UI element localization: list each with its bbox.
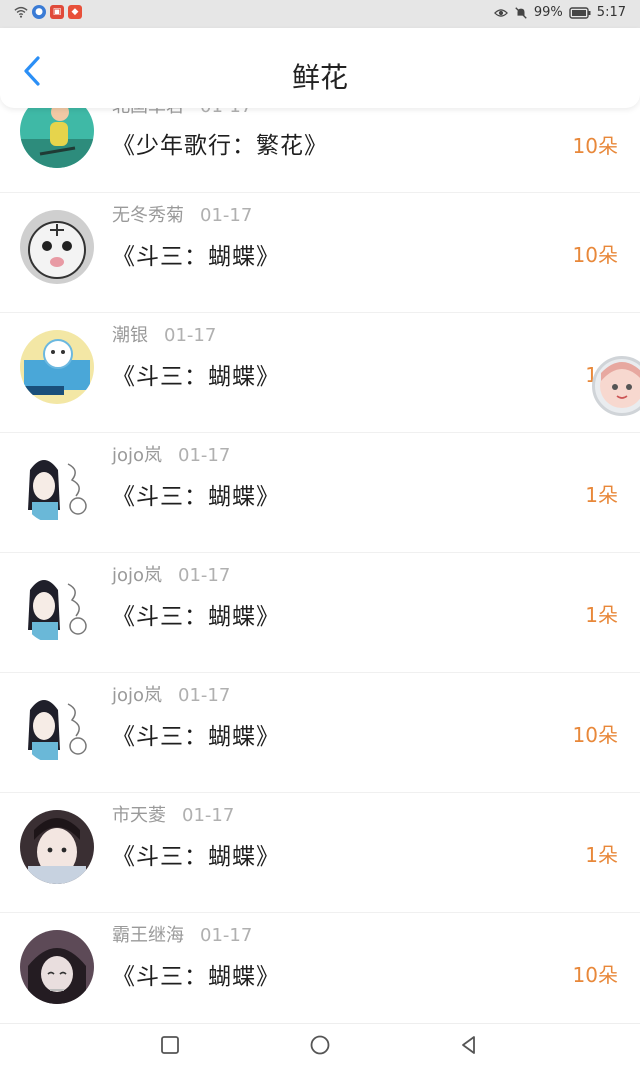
status-right: 99% 5:17 — [493, 5, 626, 20]
app-icon: ▣ — [50, 5, 64, 19]
sender-name: 霸王继海 — [112, 925, 184, 946]
sender-meta: 潮银 01-17 — [112, 321, 216, 347]
list-item[interactable]: 霸王继海 01-17 《斗三：蝴蝶》 10朵 — [0, 913, 640, 1032]
avatar[interactable] — [20, 210, 94, 284]
gift-date: 01-17 — [200, 925, 253, 946]
avatar[interactable] — [20, 570, 94, 644]
clock: 5:17 — [596, 5, 626, 20]
flower-count: 1朵 — [585, 483, 618, 507]
avatar[interactable] — [20, 810, 94, 884]
home-circle-icon[interactable] — [309, 1034, 331, 1056]
book-title[interactable]: 《斗三：蝴蝶》 — [112, 477, 280, 511]
sender-meta: 市天菱 01-17 — [112, 801, 234, 827]
book-title[interactable]: 《斗三：蝴蝶》 — [112, 717, 280, 751]
book-title[interactable]: 《斗三：蝴蝶》 — [112, 237, 280, 271]
flower-count: 10朵 — [572, 243, 618, 267]
list-item[interactable]: 潮银01-17 《斗三：蝴蝶》 1朵 — [0, 313, 640, 433]
battery-icon — [569, 6, 591, 19]
list-item[interactable]: jojo岚 01-17 《斗三：蝴蝶》 1朵 — [0, 553, 640, 673]
app-icon: ◆ — [68, 5, 82, 19]
list-item[interactable]: jojo岚 01-17 《斗三：蝴蝶》 10朵 — [0, 673, 640, 793]
app-icon: ● — [32, 5, 46, 19]
gift-date: 01-17 — [178, 445, 231, 466]
sender-meta: jojo岚 01-17 — [112, 681, 230, 707]
sender-name: jojo岚 — [112, 685, 163, 706]
status-bar: ● ▣ ◆ 99% 5:17 — [0, 0, 640, 28]
sender-name: 无冬秀菊 — [112, 205, 184, 226]
gift-date: 01-17 — [200, 205, 253, 226]
avatar[interactable] — [20, 330, 94, 404]
sender-name: 潮银 — [112, 325, 148, 346]
gift-list: 北国阜君01-17 《少年歌行：繁花》 10朵 无冬秀菊 01-17 《斗三：蝴蝶… — [0, 94, 640, 1032]
book-title[interactable]: 《斗三：蝴蝶》 — [112, 837, 280, 871]
sender-meta: 无冬秀菊 01-17 — [112, 201, 252, 227]
wifi-icon — [14, 6, 28, 18]
gift-date: 01-17 — [182, 805, 235, 826]
book-title[interactable]: 《斗三：蝴蝶》 — [112, 357, 280, 391]
book-title[interactable]: 《少年歌行：繁花》 — [112, 126, 328, 160]
list-item[interactable]: 北国阜君01-17 《少年歌行：繁花》 10朵 — [0, 94, 640, 193]
battery-percent: 99% — [533, 5, 563, 20]
system-nav-bar — [0, 1023, 640, 1067]
avatar[interactable] — [20, 690, 94, 764]
sender-meta: jojo岚 01-17 — [112, 441, 230, 467]
sender-name: jojo岚 — [112, 565, 163, 586]
book-title[interactable]: 《斗三：蝴蝶》 — [112, 597, 280, 631]
sender-name: jojo岚 — [112, 445, 163, 466]
gift-date: 01-17 — [178, 685, 231, 706]
eye-icon — [493, 8, 508, 17]
bell-muted-icon — [515, 6, 527, 19]
avatar[interactable] — [20, 930, 94, 1004]
flower-count: 10朵 — [572, 134, 618, 158]
sender-name: 市天菱 — [112, 805, 166, 826]
screen: ● ▣ ◆ 99% 5:17 鲜花 《少年歌行：繁花》 10朵 无冬秀菊 01-… — [0, 0, 640, 1067]
flower-count: 1朵 — [585, 843, 618, 867]
list-item[interactable]: 市天菱 01-17 《斗三：蝴蝶》 1朵 — [0, 793, 640, 913]
recents-square-icon[interactable] — [159, 1034, 181, 1056]
header: 鲜花 — [0, 28, 640, 108]
gift-date: 01-17 — [164, 325, 217, 346]
sender-meta: jojo岚 01-17 — [112, 561, 230, 587]
assistant-face-icon — [600, 362, 640, 408]
flower-count: 1朵 — [585, 603, 618, 627]
list-item[interactable]: jojo岚 01-17 《斗三：蝴蝶》 1朵 — [0, 433, 640, 553]
avatar[interactable] — [20, 450, 94, 524]
gift-date: 01-17 — [178, 565, 231, 586]
page-title: 鲜花 — [291, 61, 348, 94]
book-title[interactable]: 《斗三：蝴蝶》 — [112, 957, 280, 991]
sender-meta: 霸王继海 01-17 — [112, 921, 252, 947]
flower-count: 10朵 — [572, 723, 618, 747]
status-left: ● ▣ ◆ — [14, 5, 82, 19]
flower-count: 10朵 — [572, 963, 618, 987]
list-item[interactable]: 无冬秀菊 01-17 《斗三：蝴蝶》 10朵 — [0, 193, 640, 313]
back-triangle-icon[interactable] — [458, 1034, 480, 1056]
